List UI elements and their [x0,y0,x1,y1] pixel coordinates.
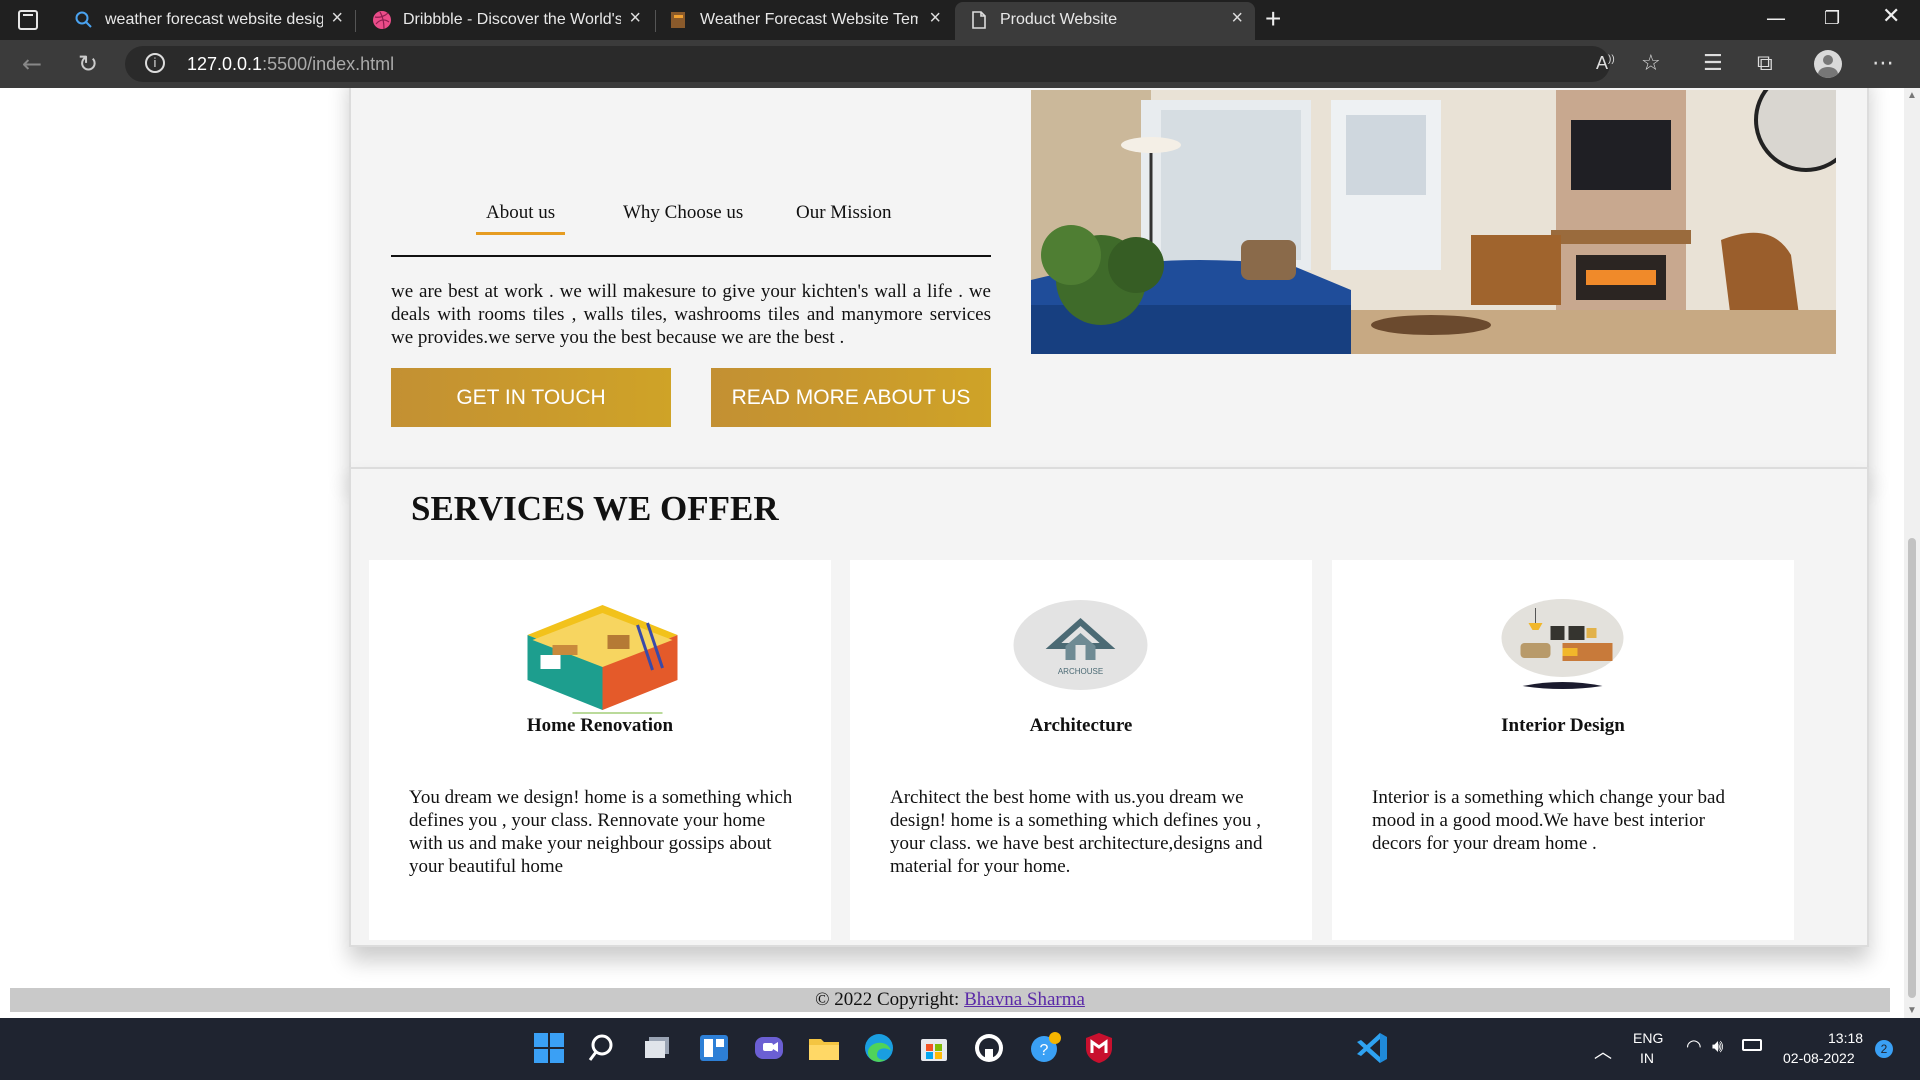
close-icon[interactable]: × [929,7,941,30]
address-bar: ← ↻ i 127.0.0.1:5500/index.html A)) ☆ ☰ … [0,40,1920,88]
archouse-logo-text: ARCHOUSE [1058,667,1103,676]
tab-title: Weather Forecast Website Template [700,11,918,28]
browser-tab-bar: weather forecast website design × Dribbb… [0,0,1920,40]
language-bottom[interactable]: IN [1640,1050,1654,1066]
read-aloud-icon[interactable]: A)) [1596,53,1615,74]
service-description: Architect the best home with us.you drea… [890,787,1263,877]
scroll-down-icon[interactable]: ▼ [1907,1005,1917,1016]
page-scrollbar[interactable]: ▲ ▼ [1904,88,1920,1018]
task-view-icon[interactable] [640,1029,678,1067]
browser-tab-active[interactable]: Product Website × [955,2,1255,40]
more-options-icon[interactable]: ⋯ [1872,51,1894,76]
refresh-icon[interactable]: ↻ [78,50,98,78]
tab-title: Product Website [1000,11,1118,28]
teams-chat-icon[interactable] [750,1029,788,1067]
get-in-touch-button[interactable]: GET IN TOUCH [391,368,671,427]
help-icon[interactable]: ? [1025,1029,1063,1067]
service-name: Interior Design [1501,715,1625,736]
windows-start-icon[interactable] [530,1029,568,1067]
service-card-interior-design: Interior Design Interior is a something … [1332,560,1794,940]
clock-time[interactable]: 13:18 [1828,1030,1863,1046]
add-favorite-icon[interactable]: ☆ [1641,51,1661,76]
favorites-icon[interactable]: ☰ [1703,51,1723,76]
services-title: SERVICES WE OFFER [411,489,779,528]
github-icon[interactable] [970,1029,1008,1067]
author-link[interactable]: Bhavna Sharma [964,989,1085,1010]
close-window-icon[interactable]: ✕ [1882,4,1900,29]
services-card: SERVICES WE OFFER Home Renovation You dr [349,467,1869,947]
dribbble-icon [372,10,392,30]
about-card: About us Why Choose us Our Mission we ar… [349,88,1869,476]
info-icon[interactable]: i [145,53,165,73]
close-icon[interactable]: × [629,7,641,30]
archouse-logo: ARCHOUSE [1013,598,1149,693]
restore-icon[interactable]: ❐ [1824,8,1840,29]
tab-separator [355,10,356,32]
interior-image [1501,598,1626,693]
renovation-image [513,595,688,715]
service-name: Home Renovation [526,715,674,736]
volume-icon[interactable]: 🔊︎ [1712,1036,1723,1057]
close-icon[interactable]: × [1231,7,1243,30]
vscode-icon[interactable] [1353,1029,1391,1067]
file-explorer-icon[interactable] [805,1029,843,1067]
browser-tab-3[interactable]: Weather Forecast Website Template × [655,0,953,40]
tab-why-choose-us[interactable]: Why Choose us [623,202,743,224]
about-text: we are best at work . we will makesure t… [391,281,991,348]
tab-title: Dribbble - Discover the World's Top Desi… [403,11,621,28]
new-tab-icon[interactable]: + [1265,3,1281,35]
service-card-architecture: ARCHOUSE Architecture Architect the best… [850,560,1312,940]
footer-copyright: © 2022 Copyright: [815,989,965,1010]
url-path: :5500/index.html [262,54,395,74]
scroll-thumb[interactable] [1908,538,1916,998]
tabs-divider [391,255,991,257]
minimize-icon[interactable]: — [1766,6,1786,30]
clock-date[interactable]: 02-08-2022 [1783,1050,1855,1066]
about-tabs: About us Why Choose us Our Mission [391,88,991,258]
windows-taskbar: ? ︿ ENG IN ◠ 🔊︎ 13:18 02-08-2022 2 [0,1018,1920,1080]
scroll-up-icon[interactable]: ▲ [1907,90,1917,101]
notification-badge[interactable]: 2 [1875,1040,1893,1058]
read-more-button[interactable]: READ MORE ABOUT US [711,368,991,427]
close-icon[interactable]: × [331,7,343,30]
page-footer: © 2022 Copyright: Bhavna Sharma [10,988,1890,1012]
url-text: 127.0.0.1:5500/index.html [187,54,394,75]
language-top[interactable]: ENG [1633,1030,1663,1046]
search-icon[interactable] [585,1029,623,1067]
search-icon [74,10,94,30]
collections-icon[interactable]: ⧉ [1757,51,1773,76]
url-host: 127.0.0.1 [187,54,263,74]
page-viewport: About us Why Choose us Our Mission we ar… [0,88,1904,1018]
tab-about-us[interactable]: About us [476,202,566,235]
browser-tab-1[interactable]: weather forecast website design × [60,0,355,40]
back-icon[interactable]: ← [22,50,42,78]
profile-avatar-icon[interactable] [1814,50,1842,78]
service-card-home-renovation: Home Renovation You dream we design! hom… [369,560,831,940]
mcafee-icon[interactable] [1080,1029,1118,1067]
living-room-image [1031,90,1836,354]
service-description: Interior is a something which change you… [1372,787,1725,854]
site-favicon [669,10,689,30]
wifi-icon[interactable]: ◠ [1686,1036,1702,1057]
store-icon[interactable] [915,1029,953,1067]
tab-title: weather forecast website design [105,11,323,28]
tab-our-mission[interactable]: Our Mission [796,202,892,224]
service-name: Architecture [1029,715,1133,736]
tab-actions-icon[interactable] [18,10,38,30]
edge-browser-icon[interactable] [860,1029,898,1067]
url-input[interactable]: i 127.0.0.1:5500/index.html [125,46,1610,82]
browser-tab-2[interactable]: Dribbble - Discover the World's Top Desi… [358,0,653,40]
widgets-icon[interactable] [695,1029,733,1067]
service-description: You dream we design! home is a something… [409,787,793,877]
page-icon [969,10,989,30]
show-hidden-icons-chevron-icon[interactable]: ︿ [1594,1038,1612,1064]
svg-text:?: ? [1040,1042,1049,1059]
battery-icon[interactable] [1742,1039,1762,1051]
